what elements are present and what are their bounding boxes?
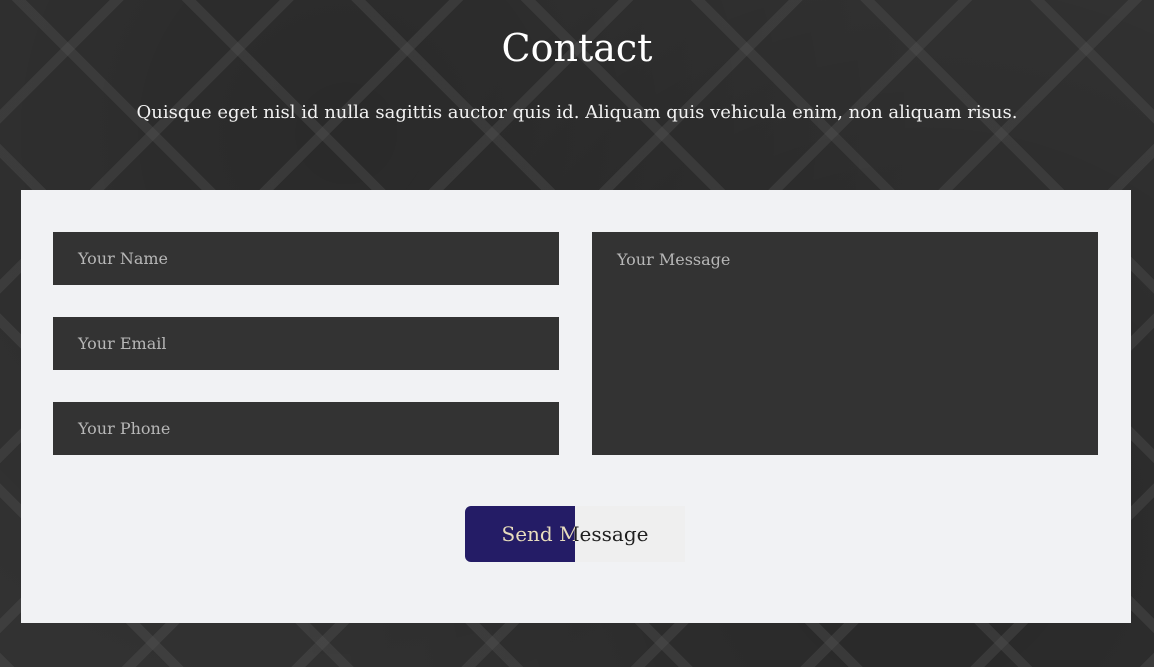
page-title: Contact xyxy=(501,26,653,70)
email-placeholder: Your Email xyxy=(78,334,167,353)
contact-form-panel: Your Name Your Email Your Phone Your Mes… xyxy=(21,190,1131,623)
email-field[interactable]: Your Email xyxy=(53,317,559,370)
send-message-label-light: Send Message xyxy=(501,522,576,546)
phone-field[interactable]: Your Phone xyxy=(53,402,559,455)
page-subtitle: Quisque eget nisl id nulla sagittis auct… xyxy=(136,102,1018,123)
message-placeholder: Your Message xyxy=(617,250,731,269)
send-message-label-highlight: Send Message xyxy=(465,506,576,562)
name-field[interactable]: Your Name xyxy=(53,232,559,285)
name-placeholder: Your Name xyxy=(78,249,169,268)
message-textarea[interactable]: Your Message xyxy=(592,232,1098,455)
send-message-button[interactable]: Send Message Send Message xyxy=(465,506,685,562)
phone-placeholder: Your Phone xyxy=(78,419,171,438)
